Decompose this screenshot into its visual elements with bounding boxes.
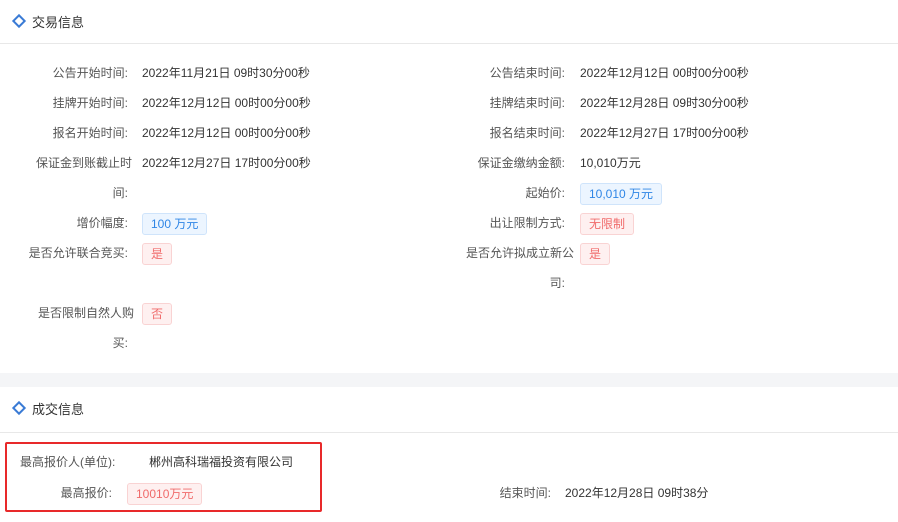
start-price-tag: 10,010 万元 (580, 183, 663, 205)
deposit-deadline-value: 2022年12月27日 17时00分00秒 (142, 156, 311, 170)
deal-info-title: 成交信息 (32, 401, 85, 417)
deposit-amount-label: 保证金缴纳金额: (477, 156, 565, 170)
end-time-label: 结束时间: (499, 486, 551, 500)
divider (0, 432, 898, 433)
new-company-label: 是否允许拟成立新公 (465, 246, 574, 260)
signup-end-value: 2022年12月27日 17时00分00秒 (580, 126, 749, 140)
end-time-value: 2022年12月28日 09时38分 (565, 486, 709, 500)
listing-end-label: 挂牌结束时间: (489, 96, 565, 110)
announce-start-label: 公告开始时间: (52, 66, 128, 80)
divider (0, 43, 898, 44)
announce-end-label: 公告结束时间: (489, 66, 565, 80)
increment-tag: 100 万元 (142, 213, 208, 235)
listing-end-value: 2022年12月28日 09时30分00秒 (580, 96, 749, 110)
natural-person-label-cont: 买: (112, 336, 128, 350)
top-price-tag: 10010万元 (127, 483, 203, 505)
trade-info-title: 交易信息 (32, 14, 85, 30)
new-company-tag: 是 (580, 243, 611, 265)
signup-start-label: 报名开始时间: (52, 126, 128, 140)
top-price-label: 最高报价: (60, 486, 112, 500)
signup-end-label: 报名结束时间: (489, 126, 565, 140)
listing-start-value: 2022年12月12日 00时00分00秒 (142, 96, 311, 110)
increment-label: 增价幅度: (76, 216, 128, 230)
natural-person-tag: 否 (142, 303, 173, 325)
diamond-icon (11, 400, 27, 416)
diamond-icon (11, 13, 27, 29)
top-bidder-label: 最高报价人(单位): (20, 455, 116, 469)
deposit-deadline-label-cont: 间: (112, 186, 128, 200)
signup-start-value: 2022年12月12日 00时00分00秒 (142, 126, 311, 140)
new-company-label-cont: 司: (549, 276, 565, 290)
restriction-label: 出让限制方式: (489, 216, 565, 230)
listing-start-label: 挂牌开始时间: (52, 96, 128, 110)
trade-info-panel: 交易信息 公告开始时间: 2022年11月21日 09时30分00秒 公告结束时… (0, 0, 898, 373)
announce-start-value: 2022年11月21日 09时30分00秒 (142, 66, 310, 80)
restriction-tag: 无限制 (580, 213, 635, 235)
trade-info-header: 交易信息 (11, 12, 85, 30)
deposit-amount-value: 10,010万元 (580, 156, 641, 170)
joint-bid-label: 是否允许联合竞买: (28, 246, 128, 260)
top-bidder-value: 郴州高科瑞福投资有限公司 (149, 455, 294, 469)
deposit-deadline-label: 保证金到账截止时 (35, 156, 132, 170)
start-price-label: 起始价: (525, 186, 565, 200)
announce-end-value: 2022年12月12日 00时00分00秒 (580, 66, 749, 80)
deal-info-header: 成交信息 (11, 399, 85, 417)
natural-person-label: 是否限制自然人购 (37, 306, 134, 320)
joint-bid-tag: 是 (142, 243, 173, 265)
